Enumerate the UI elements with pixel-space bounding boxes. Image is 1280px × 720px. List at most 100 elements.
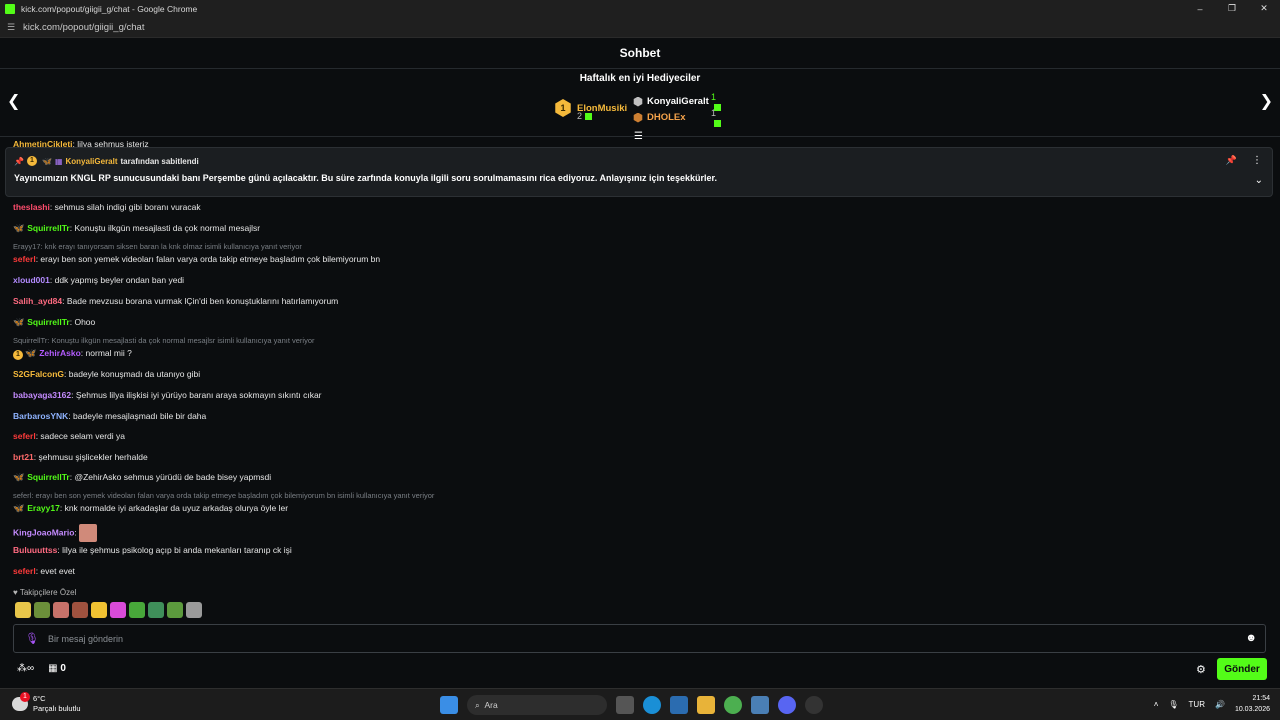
subscriber-badge-icon: 🦋 bbox=[13, 223, 25, 233]
start-icon[interactable] bbox=[440, 696, 458, 714]
message-text: şehmusu şişlicekler herhalde bbox=[38, 452, 148, 462]
message-username[interactable]: theslashi bbox=[13, 202, 50, 212]
microphone-icon[interactable]: 🎙 bbox=[1168, 700, 1178, 709]
store-icon[interactable] bbox=[670, 696, 688, 714]
emoji-icon[interactable]: ☻ bbox=[1245, 632, 1257, 644]
speaker-icon[interactable]: 🔊 bbox=[1215, 700, 1225, 709]
message-username[interactable]: babayaga3162 bbox=[13, 390, 71, 400]
chat-message: S2GFalconG: badeyle konuşmadı da utanıyo… bbox=[13, 369, 201, 379]
microphone-icon[interactable]: 🎙 bbox=[25, 632, 39, 645]
discord-icon[interactable] bbox=[778, 696, 796, 714]
message-text: Ohoo bbox=[74, 317, 96, 327]
emote-bar bbox=[15, 602, 202, 618]
message-text: sadece selam verdi ya bbox=[40, 431, 125, 441]
taskbar-search[interactable]: ⌕ Ara bbox=[467, 695, 607, 715]
emote-icon[interactable] bbox=[186, 602, 202, 618]
emote-icon[interactable] bbox=[72, 602, 88, 618]
emote-icon[interactable] bbox=[110, 602, 126, 618]
address-bar[interactable]: ☰ kick.com/popout/giigii_g/chat bbox=[0, 17, 1280, 38]
message-username[interactable]: KingJoaoMario bbox=[13, 527, 74, 537]
message-username[interactable]: SquirrellTr bbox=[27, 472, 70, 482]
kick-favicon-icon bbox=[5, 3, 15, 14]
app-icon[interactable] bbox=[805, 696, 823, 714]
gifter-name: KonyaliGeralt bbox=[647, 96, 709, 107]
close-icon[interactable]: ✕ bbox=[1248, 0, 1280, 17]
pinned-header: 📌 1 🦋 ▦ KonyaliGeralt tarafından sabitle… bbox=[14, 156, 199, 166]
chrome-icon[interactable] bbox=[724, 696, 742, 714]
gift-icon[interactable]: ▦ 0 bbox=[48, 663, 66, 674]
chat-message: KingJoaoMario: bbox=[13, 524, 98, 542]
chevron-left-icon[interactable]: ❮ bbox=[7, 91, 20, 111]
message-input[interactable]: 🎙 Bir mesaj gönderin ☻ bbox=[13, 624, 1266, 653]
gear-icon[interactable]: ⚙ bbox=[1196, 663, 1206, 676]
chevron-right-icon[interactable]: ❯ bbox=[1260, 91, 1273, 111]
explorer-icon[interactable] bbox=[697, 696, 715, 714]
emote-icon[interactable] bbox=[91, 602, 107, 618]
message-username[interactable]: seferl bbox=[13, 431, 36, 441]
message-text: erayı ben son yemek videoları falan vary… bbox=[40, 254, 381, 264]
message-username[interactable]: S2GFalconG bbox=[13, 369, 64, 379]
message-username[interactable]: Salih_ayd84 bbox=[13, 296, 62, 306]
clock[interactable]: 21:54 10.03.2026 bbox=[1235, 693, 1270, 715]
message-username[interactable]: Erayy17 bbox=[27, 503, 60, 513]
weather-temp: 6°C bbox=[33, 694, 46, 703]
more-options-icon[interactable]: ⋮ bbox=[1252, 155, 1262, 166]
reply-context[interactable]: Erayy17: knk erayı tanıyorsam siksen bar… bbox=[13, 242, 302, 251]
message-username[interactable]: SquirrellTr bbox=[27, 223, 70, 233]
reply-context[interactable]: seferl: erayı ben son yemek videoları fa… bbox=[13, 491, 434, 500]
gifter-third[interactable]: DHOLEx 1 bbox=[633, 108, 721, 127]
channel-points-icon[interactable]: ⁂∞ bbox=[17, 663, 34, 674]
chat-message: 🦋 Erayy17: knk normalde iyi arkadaşlar da… bbox=[13, 503, 289, 513]
pinned-by-user[interactable]: KonyaliGeralt bbox=[66, 157, 118, 166]
chat-message: 🦋 SquirrellTr: Ohoo bbox=[13, 317, 96, 327]
cloud-icon bbox=[12, 692, 30, 711]
subscriber-badge-icon: 🦋 bbox=[13, 503, 25, 513]
chevron-up-icon[interactable]: ˄ bbox=[1154, 700, 1159, 709]
edge-icon[interactable] bbox=[643, 696, 661, 714]
task-view-icon[interactable] bbox=[616, 696, 634, 714]
message-text: ddk yapmış beyler ondan ban yedi bbox=[54, 275, 185, 285]
message-username[interactable]: seferl bbox=[13, 254, 36, 264]
pinned-message: 📌 1 🦋 ▦ KonyaliGeralt tarafından sabitle… bbox=[5, 147, 1273, 197]
message-username[interactable]: Buluuuttss bbox=[13, 545, 57, 555]
emote-icon[interactable] bbox=[15, 602, 31, 618]
emote-icon[interactable] bbox=[53, 602, 69, 618]
message-username[interactable]: SquirrellTr bbox=[27, 317, 70, 327]
message-text: Bade mevzusu borana vurmak lÇin'di ben k… bbox=[66, 296, 339, 306]
rank-badge: 1 bbox=[555, 99, 571, 117]
gifter-second[interactable]: KonyaliGeralt 1 bbox=[633, 92, 721, 111]
gifter-first[interactable]: 1 ElonMusiki 2 bbox=[554, 99, 627, 121]
site-info-icon[interactable]: ☰ bbox=[7, 22, 17, 33]
window-title: kick.com/popout/giigii_g/chat - Google C… bbox=[21, 3, 198, 14]
butterfly-badge-icon: 🦋 bbox=[41, 156, 52, 166]
gifter-count: 1 bbox=[711, 108, 721, 128]
pinned-by-text: tarafından sabitlendi bbox=[120, 156, 199, 166]
message-text: @ZehirAsko sehmus yürüdü de bade bisey y… bbox=[74, 472, 272, 482]
emote-icon[interactable] bbox=[148, 602, 164, 618]
pin-toggle-icon[interactable]: 📌 bbox=[1226, 155, 1237, 166]
message-username[interactable]: ZehirAsko bbox=[39, 348, 81, 358]
chat-header: Sohbet bbox=[0, 38, 1280, 69]
weather-widget[interactable]: 6°C Parçalı bulutlu bbox=[12, 692, 81, 714]
gift-badge-icon: 1 bbox=[26, 156, 37, 166]
chat-message: seferl: evet evet bbox=[13, 566, 75, 576]
emote-icon[interactable] bbox=[34, 602, 50, 618]
restore-icon[interactable]: ❐ bbox=[1216, 0, 1248, 17]
message-username[interactable]: BarbarosYNK bbox=[13, 411, 68, 421]
send-button[interactable]: Gönder bbox=[1217, 658, 1267, 680]
chevron-down-icon[interactable]: ⌄ bbox=[1255, 175, 1263, 186]
message-username[interactable]: xloud001 bbox=[13, 275, 50, 285]
app-icon[interactable] bbox=[751, 696, 769, 714]
gift-box-badge-icon: ▦ bbox=[54, 156, 63, 166]
message-username[interactable]: brt21 bbox=[13, 452, 34, 462]
message-username[interactable]: seferl bbox=[13, 566, 36, 576]
minimize-icon[interactable]: – bbox=[1184, 0, 1216, 17]
subscriber-badge-icon: 🦋 bbox=[25, 348, 37, 358]
language-indicator[interactable]: TUR bbox=[1189, 700, 1205, 709]
emote-icon[interactable] bbox=[167, 602, 183, 618]
browser-titlebar: kick.com/popout/giigii_g/chat - Google C… bbox=[0, 0, 1280, 17]
chat-message: 🦋 SquirrellTr: @ZehirAsko sehmus yürüdü d… bbox=[13, 472, 272, 482]
emote-icon[interactable] bbox=[129, 602, 145, 618]
url-text[interactable]: kick.com/popout/giigii_g/chat bbox=[23, 22, 144, 33]
reply-context[interactable]: SquirrellTr: Konuştu ilkgün mesajlasti d… bbox=[13, 336, 315, 345]
